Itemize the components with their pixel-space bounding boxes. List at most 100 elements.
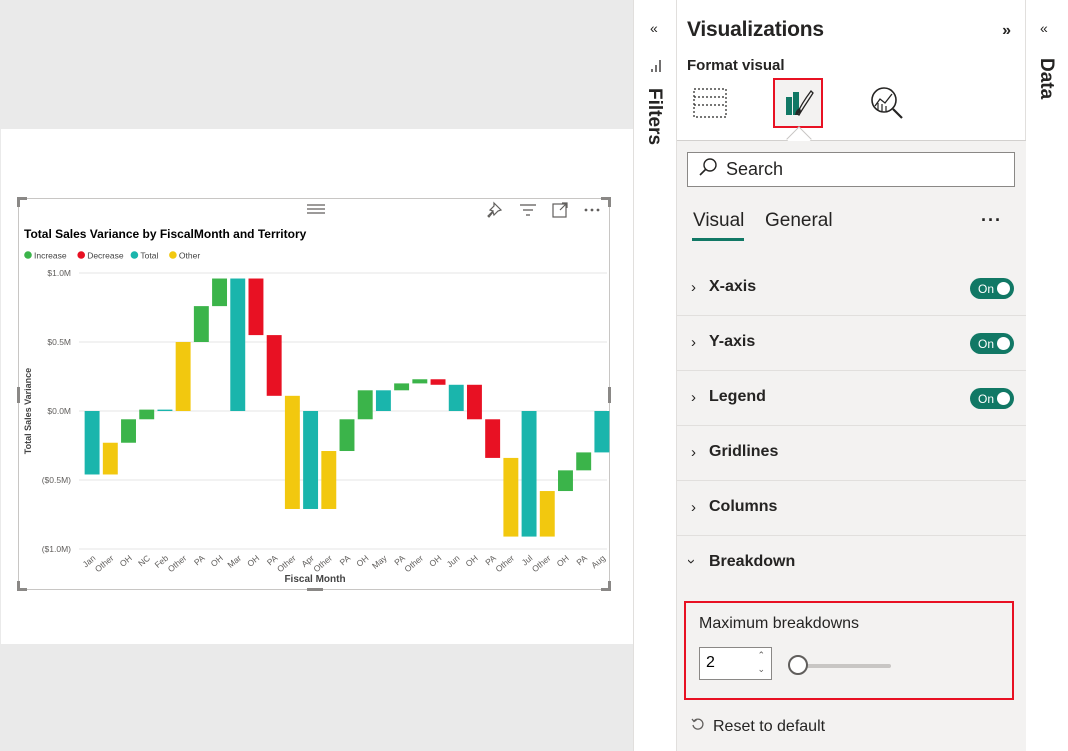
waterfall-bar [212,278,228,307]
waterfall-bar [102,442,118,475]
x-tick-label: Jun [445,553,462,570]
tab-general[interactable]: General [765,210,833,232]
x-tick-label: OH [354,553,370,569]
card-label: Columns [709,498,778,515]
toggle-knob [997,392,1010,405]
build-visual-icon [693,88,727,118]
chevron-right-icon: › [691,279,696,296]
y-axis-toggle[interactable]: On [970,333,1014,354]
visualizations-pane: Visualizations » Format visual Search Vi… [677,0,1026,751]
chevron-right-icon: › [691,444,696,461]
x-tick-label: NC [136,553,152,569]
legend-label-decrease: Decrease [87,251,124,261]
chevron-down-icon: › [683,559,700,564]
data-label[interactable]: Data [1035,58,1057,99]
tab-visual[interactable]: Visual [693,210,744,232]
x-axis-title: Fiscal Month [284,574,345,585]
data-collapse-icon[interactable]: « [1040,20,1048,36]
x-tick-label: Mar [225,553,243,570]
x-tick-label: OH [209,553,225,569]
x-tick-label: OH [427,553,443,569]
breakdown-settings: Maximum breakdowns ⌃ ⌄ [684,601,1014,700]
card-legend[interactable]: › Legend On [677,371,1026,426]
x-tick-label: Other [275,553,298,574]
waterfall-bar [594,411,610,453]
y-tick-label: $0.5M [47,337,71,347]
card-label: Legend [709,388,766,405]
waterfall-bar [412,379,428,384]
tab-visual-underline [692,238,744,241]
chart-area: Total Sales Variance by FiscalMonth and … [23,227,610,585]
waterfall-bar [84,411,100,475]
format-subtabs: Visual General ··· [677,198,1026,244]
waterfall-bar [357,390,373,420]
build-visual-tab[interactable] [685,78,735,128]
waterfall-bar [139,409,155,420]
card-y-axis[interactable]: › Y-axis On [677,316,1026,371]
waterfall-bar [394,383,410,391]
waterfall-bar [303,411,319,509]
waterfall-bar [558,470,573,492]
analytics-tab[interactable] [862,78,912,128]
maximum-breakdowns-input[interactable] [706,654,750,672]
filters-label[interactable]: Filters [643,88,665,145]
reset-to-default-button[interactable]: Reset to default [691,717,825,736]
card-columns[interactable]: › Columns [677,481,1026,536]
x-tick-label: OH [118,553,134,569]
search-icon [698,157,718,182]
card-label: Gridlines [709,443,779,460]
chevron-right-icon: › [691,499,696,516]
toggle-knob [997,337,1010,350]
x-tick-label: Other [93,553,116,574]
data-pane: « Data [1026,0,1068,751]
legend-toggle[interactable]: On [970,388,1014,409]
chart-title: Total Sales Variance by FiscalMonth and … [24,227,307,241]
toggle-label: On [978,336,995,351]
waterfall-bar [576,452,592,471]
legend-marker-decrease [77,251,85,259]
increment-icon[interactable]: ⌃ [757,650,765,661]
expand-pane-icon[interactable]: » [1002,22,1011,40]
waterfall-bar [339,419,355,452]
search-box[interactable] [687,152,1015,187]
waterfall-bar [375,390,391,411]
waterfall-bar [485,419,501,458]
chevron-right-icon: › [691,334,696,351]
card-label: X-axis [709,278,757,295]
card-x-axis[interactable]: › X-axis On [677,261,1026,316]
card-label: Y-axis [709,333,756,350]
y-tick-label: $1.0M [47,268,71,278]
search-input[interactable] [726,159,976,180]
decrement-icon[interactable]: ⌄ [757,664,765,675]
format-visual-tab[interactable] [773,78,823,128]
x-tick-label: Other [311,553,334,574]
x-tick-label: PA [574,553,589,568]
y-tick-label: $0.0M [47,406,71,416]
chevron-right-icon: › [691,389,696,406]
maximum-breakdowns-stepper[interactable]: ⌃ ⌄ [699,647,772,680]
card-breakdown[interactable]: › Breakdown [677,536,1026,591]
card-gridlines[interactable]: › Gridlines [677,426,1026,481]
waterfall-bar [175,342,191,411]
waterfall-bar [230,278,246,411]
legend-label-increase: Increase [34,251,67,261]
x-axis-toggle[interactable]: On [970,278,1014,299]
maximum-breakdowns-label: Maximum breakdowns [699,615,860,632]
toggle-label: On [978,281,995,296]
waterfall-visual[interactable]: Total Sales Variance by FiscalMonth and … [17,197,611,591]
breakdowns-slider-track[interactable] [799,664,891,668]
card-label: Breakdown [709,553,796,570]
format-pane-body: Visual General ··· › X-axis On › Y-axis … [677,141,1026,751]
filters-collapse-icon[interactable]: « [650,20,658,36]
breakdowns-slider-thumb[interactable] [788,655,808,675]
waterfall-bar [266,335,282,396]
more-options-button[interactable]: ··· [981,210,1002,231]
waterfall-bar [121,419,136,443]
waterfall-bar [539,491,555,537]
filter-funnel-icon [651,60,663,79]
waterfall-bar [503,457,519,537]
waterfall-bar [157,409,173,411]
reset-icon [691,717,705,736]
y-axis-title: Total Sales Variance [23,368,33,454]
legend-marker-other [169,251,177,259]
